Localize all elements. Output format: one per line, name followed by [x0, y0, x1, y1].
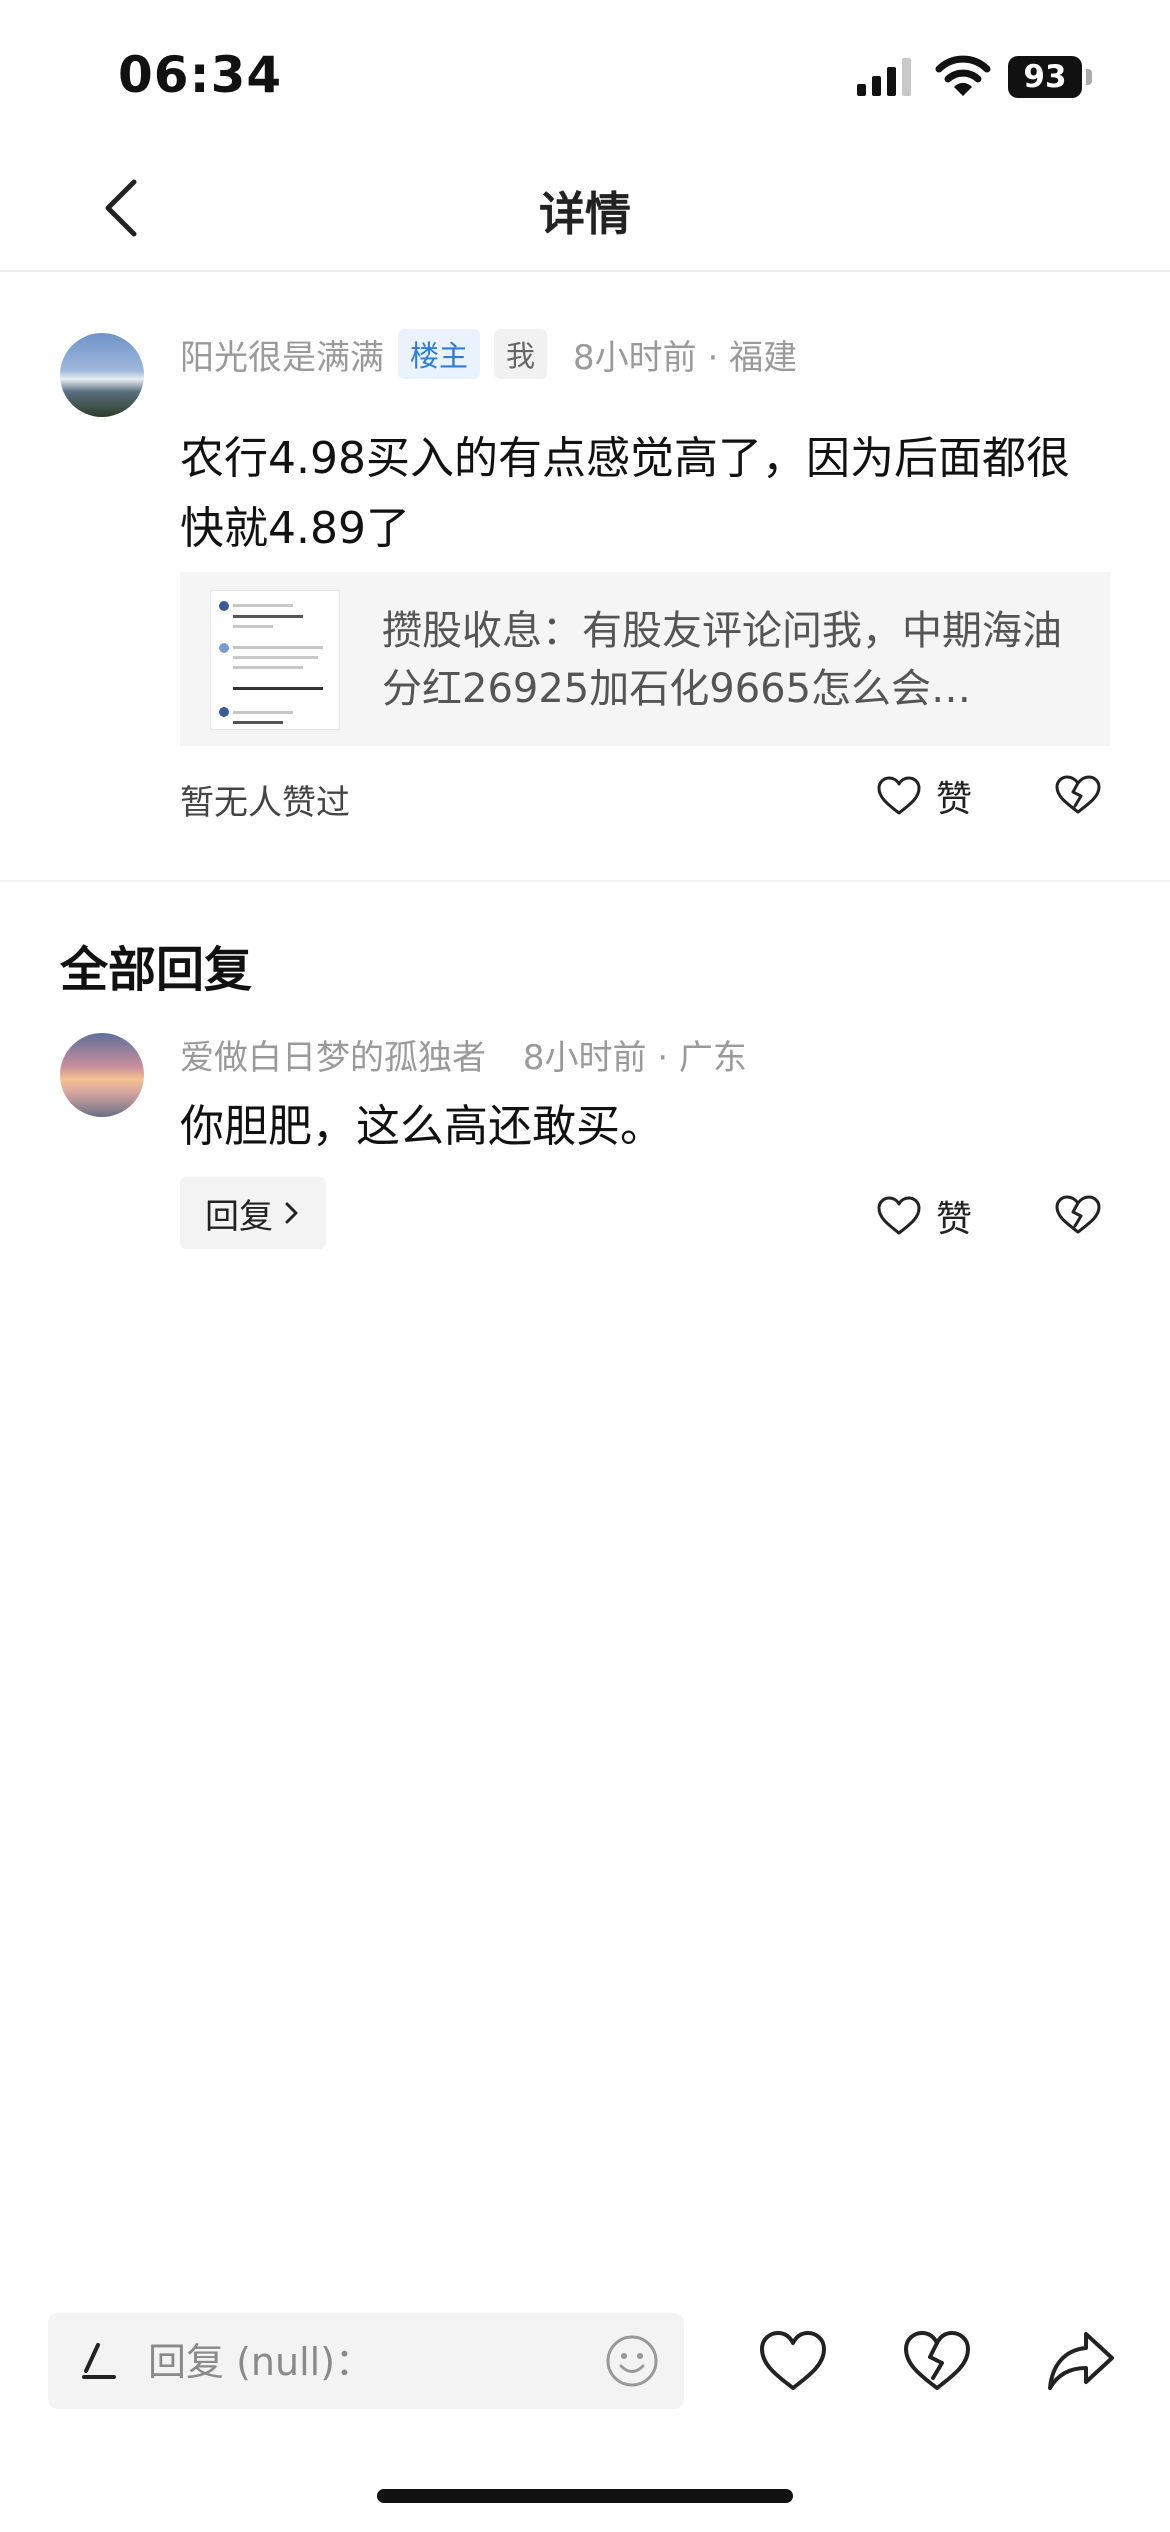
reply-like-label: 赞 [936, 1199, 973, 1240]
battery-indicator: 93 [1008, 56, 1092, 98]
post-author-avatar[interactable] [60, 333, 144, 417]
heart-outline-icon [877, 1196, 921, 1235]
reply-button[interactable]: 回复 [180, 1177, 326, 1249]
reply-input-bar[interactable] [48, 2313, 684, 2409]
likes-status: 暂无人赞过 [180, 783, 350, 823]
reply-input[interactable] [146, 2331, 630, 2393]
owner-badge: 楼主 [398, 329, 481, 379]
wifi-icon [935, 55, 991, 96]
post-time-location: 8小时前 · 福建 [573, 337, 798, 378]
reply-content: 你胆肥，这么高还敢买。 [180, 1101, 664, 1152]
broken-heart-icon[interactable] [1054, 774, 1102, 816]
share-arrow-icon[interactable] [1046, 2326, 1116, 2396]
post-author-name[interactable]: 阳光很是满满 [180, 330, 384, 379]
pen-icon [82, 2343, 116, 2379]
status-time: 06:34 [118, 46, 283, 104]
battery-level: 93 [1008, 56, 1082, 98]
reply-author-avatar[interactable] [60, 1033, 144, 1117]
heart-outline-icon [877, 776, 921, 815]
page-title: 详情 [539, 187, 631, 241]
post-like-button[interactable]: 赞 [876, 770, 972, 822]
me-badge: 我 [494, 329, 548, 379]
section-divider [0, 880, 1170, 882]
quoted-post-text: 攒股收息：有股友评论问我，中期海油分红26925加石化9665怎么会… [382, 608, 1062, 712]
smiley-icon[interactable] [604, 2333, 660, 2389]
heart-outline-icon[interactable] [758, 2326, 828, 2396]
reply-author-name[interactable]: 爱做白日梦的孤独者 [180, 1038, 486, 1078]
reply-like-button[interactable]: 赞 [876, 1190, 972, 1242]
nav-divider [0, 270, 1170, 272]
quoted-post-thumbnail [210, 590, 340, 730]
all-replies-title: 全部回复 [60, 942, 253, 998]
post-content: 农行4.98买入的有点感觉高了，因为后面都很快就4.89了 [180, 433, 1070, 554]
chevron-right-icon [285, 1202, 298, 1224]
reply-button-label: 回复 [205, 1196, 273, 1237]
post-meta: 阳光很是满满 楼主 我 8小时前 · 福建 [180, 329, 798, 379]
cellular-signal-icon [857, 58, 911, 96]
quoted-post-card[interactable]: 攒股收息：有股友评论问我，中期海油分红26925加石化9665怎么会… [180, 572, 1110, 746]
broken-heart-icon[interactable] [902, 2326, 972, 2396]
reply-time-location: 8小时前 · 广东 [522, 1038, 747, 1078]
home-indicator [377, 2489, 793, 2503]
broken-heart-icon[interactable] [1054, 1194, 1102, 1236]
like-label: 赞 [936, 779, 973, 820]
reply-meta: 爱做白日梦的孤独者 8小时前 · 广东 [180, 1030, 747, 1079]
